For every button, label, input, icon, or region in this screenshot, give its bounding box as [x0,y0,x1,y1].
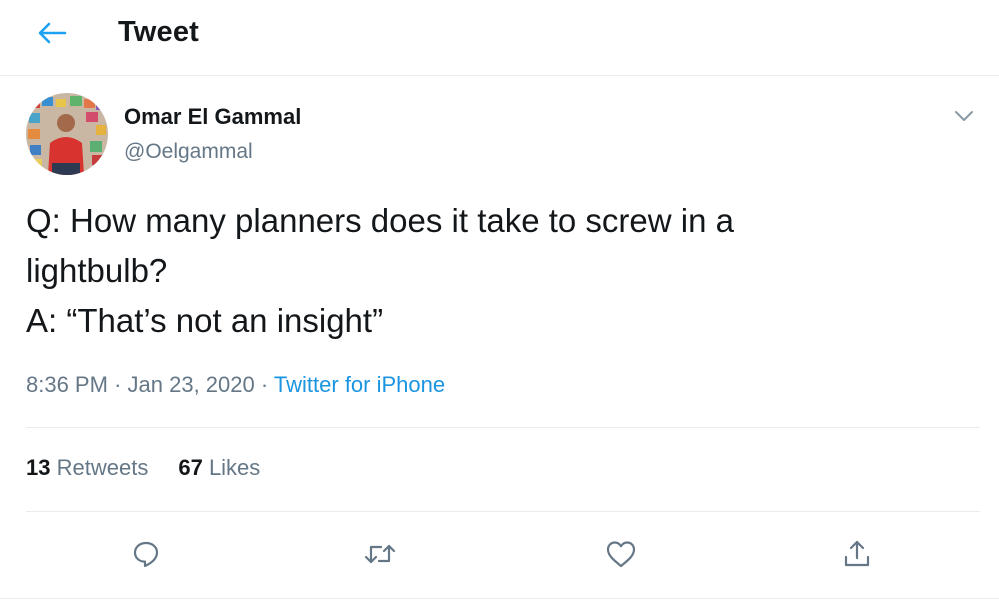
tweet-date[interactable]: Jan 23, 2020 [128,372,255,397]
divider [0,598,999,599]
avatar[interactable] [26,93,108,175]
share-icon [844,540,870,567]
tweet-source-link[interactable]: Twitter for iPhone [274,372,445,397]
meta-separator: · [260,372,269,397]
retweets-count: 13 [26,455,51,480]
tweet-text: Q: How many planners does it take to scr… [26,196,956,346]
tweet-actions [0,530,999,580]
page-header: Tweet [0,0,999,76]
tweet-stats: 13 Retweets 67 Likes [26,455,260,481]
author-name[interactable]: Omar El Gammal [124,104,301,130]
meta-separator: · [114,372,122,397]
more-options-button[interactable] [950,104,978,128]
share-button[interactable] [837,532,877,576]
like-button[interactable] [601,532,641,576]
page-title: Tweet [118,16,200,48]
likes-stat[interactable]: 67 Likes [178,455,260,480]
author-handle[interactable]: @Oelgammal [124,140,253,164]
retweets-stat[interactable]: 13 Retweets [26,455,148,480]
likes-count: 67 [178,455,203,480]
tweet-meta: 8:36 PM · Jan 23, 2020 · Twitter for iPh… [26,372,445,398]
tweet-text-line: A: “That’s not an insight” [26,302,384,339]
divider [26,427,980,428]
tweet-time[interactable]: 8:36 PM [26,372,108,397]
reply-icon [133,541,159,568]
avatar-image [26,93,108,175]
retweets-label: Retweets [56,455,149,480]
likes-label: Likes [208,455,261,480]
back-button[interactable] [30,14,74,52]
arrow-left-icon [38,22,67,44]
retweet-button[interactable] [360,532,400,576]
tweet-text-line: lightbulb? [26,252,168,289]
retweet-icon [364,544,396,564]
reply-button[interactable] [126,532,166,576]
tweet-text-line: Q: How many planners does it take to scr… [26,202,734,239]
like-icon [606,541,636,568]
divider [26,511,980,512]
chevron-down-icon [955,111,973,121]
